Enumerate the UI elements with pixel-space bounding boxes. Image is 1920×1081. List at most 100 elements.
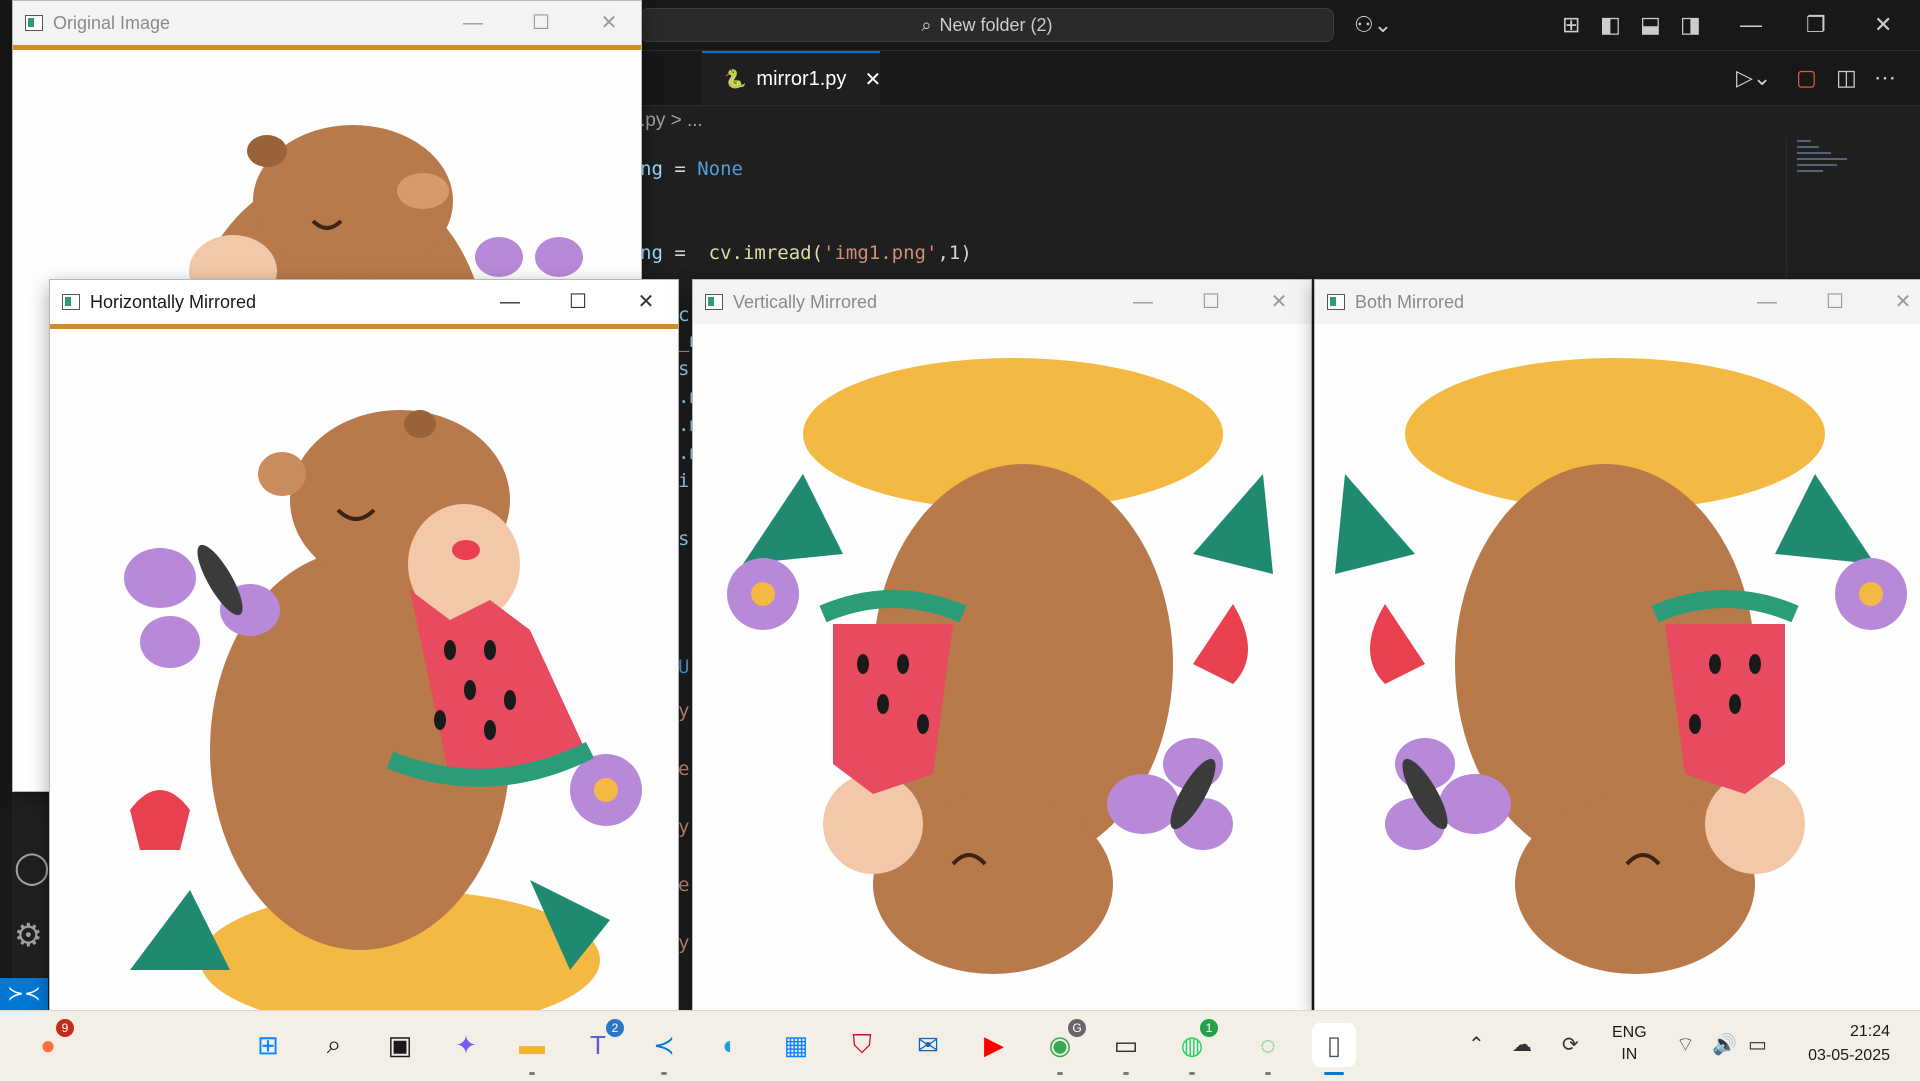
customize-layout-icon[interactable]: ⊞ [1562, 12, 1580, 38]
outlook-app[interactable]: ✉ [906, 1023, 950, 1067]
copilot-app[interactable]: ✦ [444, 1023, 488, 1067]
maximize-button[interactable]: ☐ [1815, 286, 1855, 318]
onedrive-icon[interactable]: ☁ [1512, 1032, 1532, 1057]
edge-app[interactable]: ◐ [708, 1023, 752, 1067]
capybara-image [124, 410, 642, 1011]
vertically-mirrored-window[interactable]: Vertically Mirrored — ☐ ✕ [692, 279, 1312, 1012]
app-icon [1327, 294, 1345, 310]
terminal-app[interactable]: ▭ [1104, 1023, 1148, 1075]
horizontally-mirrored-window[interactable]: Horizontally Mirrored — ☐ ✕ [49, 279, 679, 1012]
file-app[interactable]: ▯ [1312, 1023, 1356, 1075]
whatsapp-app[interactable]: ◍ 1 [1170, 1019, 1218, 1075]
minimap[interactable] [1786, 138, 1905, 278]
maximize-button[interactable]: ☐ [521, 7, 561, 39]
close-button[interactable]: ✕ [589, 7, 629, 39]
capybara-image [1335, 358, 1907, 974]
settings-gear-icon[interactable]: ⚙ [14, 916, 43, 954]
file-explorer-app[interactable]: ▬ [510, 1023, 554, 1075]
toggle-secondary-sidebar-icon[interactable]: ◨ [1680, 12, 1701, 38]
image-canvas[interactable] [693, 324, 1311, 1011]
chrome-app[interactable]: ◉ G [1038, 1019, 1086, 1075]
close-icon[interactable]: ✕ [1874, 12, 1892, 38]
maximize-button[interactable]: ☐ [558, 286, 598, 318]
copilot-icon[interactable]: ⚇⌄ [1354, 12, 1392, 38]
image-canvas[interactable] [50, 330, 678, 1011]
notification-badge: 2 [606, 1019, 624, 1037]
tab-mirror1[interactable]: 🐍 mirror1.py ✕ [702, 51, 881, 105]
search-icon: ⌕ [921, 14, 932, 35]
system-clock[interactable]: 21:24 03-05-2025 [1792, 1020, 1890, 1068]
running-indicator [661, 1072, 667, 1075]
running-indicator [1057, 1072, 1063, 1075]
minimize-button[interactable]: — [453, 7, 493, 39]
profile-badge: G [1068, 1019, 1086, 1037]
vscode-app[interactable]: ≺ [642, 1023, 686, 1075]
wifi-icon[interactable]: ⌔ [1676, 1032, 1695, 1057]
tab-label: mirror1.py [756, 67, 847, 90]
task-view-button[interactable]: ▣ [378, 1023, 422, 1067]
running-indicator [1265, 1072, 1271, 1075]
code-fragment: s [678, 358, 690, 380]
tab-close-icon[interactable]: ✕ [864, 67, 881, 92]
loop-app[interactable]: ◌ [1246, 1023, 1290, 1075]
window-title: Both Mirrored [1355, 291, 1465, 312]
toggle-panel-icon[interactable]: ⬓ [1640, 12, 1661, 38]
code-fragment: y [678, 816, 690, 838]
app-icon [25, 15, 43, 31]
run-icon[interactable]: ▷⌄ [1736, 65, 1771, 91]
close-button[interactable]: ✕ [1883, 286, 1920, 318]
code-fragment: y [678, 700, 690, 722]
stop-icon[interactable]: ▢ [1796, 65, 1817, 91]
minimize-button[interactable]: — [1747, 286, 1787, 318]
restore-icon[interactable]: ❐ [1806, 12, 1826, 38]
code-fragment: y [678, 932, 690, 954]
search-button[interactable]: ⌕ [312, 1023, 356, 1067]
sync-icon[interactable]: ⟳ [1562, 1032, 1579, 1057]
input-language-indicator[interactable]: ENG IN [1612, 1022, 1647, 1066]
mcafee-icon: ⛉ [852, 1029, 872, 1059]
code-fragment: i [678, 470, 690, 492]
split-editor-icon[interactable]: ◫ [1836, 65, 1857, 91]
accounts-icon[interactable]: ◯ [14, 848, 50, 886]
window-titlebar[interactable]: Horizontally Mirrored — ☐ ✕ [50, 280, 678, 324]
code-fragment: e [678, 758, 690, 780]
code-fragment: e [678, 874, 690, 896]
show-hidden-icons-chevron-icon[interactable]: ⌃ [1468, 1032, 1485, 1057]
edge-icon: ◐ [722, 1029, 738, 1060]
toggle-primary-sidebar-icon[interactable]: ◧ [1600, 12, 1621, 38]
python-file-icon: 🐍 [724, 68, 747, 89]
code-fragment: s [678, 528, 690, 550]
image-canvas[interactable] [1315, 324, 1920, 1011]
both-mirrored-window[interactable]: Both Mirrored — ☐ ✕ [1314, 279, 1920, 1012]
loop-icon: ◌ [1260, 1029, 1276, 1060]
start-button[interactable]: ⊞ [246, 1023, 290, 1067]
volume-icon[interactable]: 🔊 [1712, 1032, 1737, 1057]
youtube-app[interactable]: ▶ [972, 1023, 1016, 1067]
mcafee-app[interactable]: ⛉ [840, 1023, 884, 1067]
store-app[interactable]: ▦ [774, 1023, 818, 1067]
battery-icon[interactable]: ▭ [1748, 1032, 1767, 1057]
command-center-search[interactable]: ⌕ New folder (2) [640, 8, 1334, 42]
code-editor[interactable]: ng = None ng = cv.imread('img1.png',1) [640, 140, 1780, 300]
firefox-app[interactable]: ● 9 [26, 1019, 74, 1067]
minimize-icon[interactable]: — [1740, 12, 1762, 38]
teams-app[interactable]: T 2 [576, 1019, 624, 1067]
maximize-button[interactable]: ☐ [1191, 286, 1231, 318]
breadcrumb[interactable]: .py > ... [640, 110, 703, 132]
folder-icon: ▬ [519, 1029, 545, 1060]
more-actions-icon[interactable]: ⋯ [1874, 65, 1896, 91]
active-indicator [1324, 1072, 1344, 1075]
window-title: Original Image [53, 12, 171, 33]
minimize-button[interactable]: — [490, 286, 530, 318]
terminal-icon: ▭ [1113, 1029, 1139, 1060]
whatsapp-icon: ◍ [1180, 1029, 1204, 1060]
close-button[interactable]: ✕ [626, 286, 666, 318]
window-titlebar[interactable]: Both Mirrored — ☐ ✕ [1315, 280, 1920, 324]
window-titlebar[interactable]: Original Image — ☐ ✕ [13, 1, 641, 45]
vscode-icon: ≺ [653, 1029, 675, 1060]
close-button[interactable]: ✕ [1259, 286, 1299, 318]
window-titlebar[interactable]: Vertically Mirrored — ☐ ✕ [693, 280, 1311, 324]
remote-indicator-button[interactable]: ≻≺ [0, 978, 48, 1010]
command-center-label: New folder (2) [939, 14, 1053, 35]
minimize-button[interactable]: — [1123, 286, 1163, 318]
